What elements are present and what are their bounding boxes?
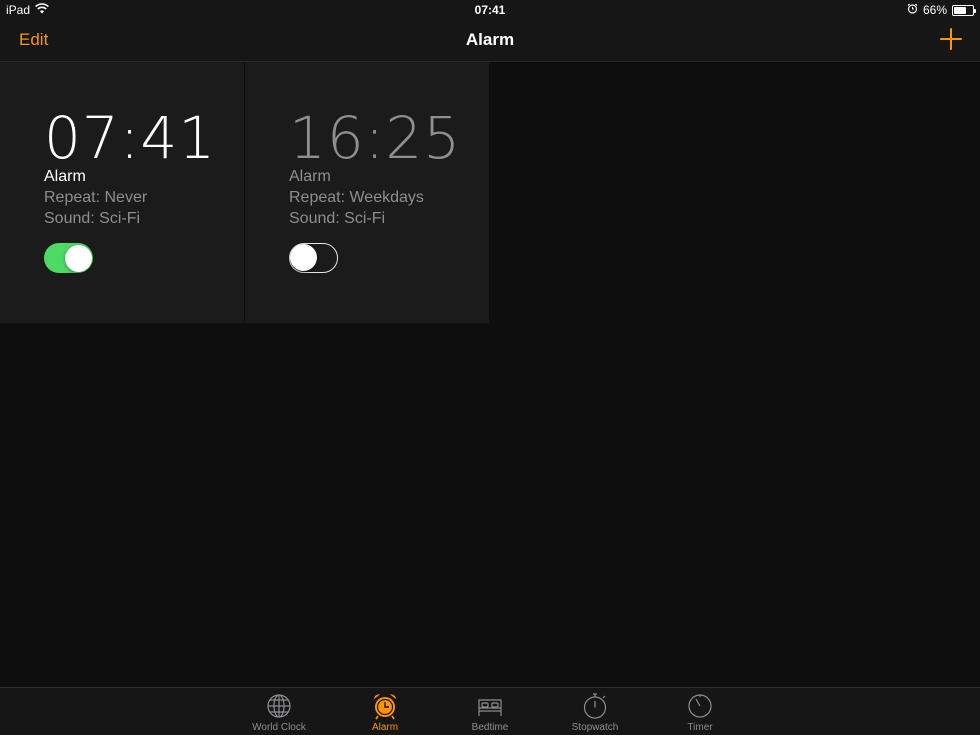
tab-label: Alarm: [371, 722, 399, 733]
alarm-repeat: Repeat: Never: [44, 189, 148, 206]
bed-icon: [478, 699, 502, 716]
plus-icon: [940, 28, 962, 50]
alarm-list: 07:41 Alarm Repeat: Never Sound: Sci-Fi …: [0, 62, 490, 323]
toggle-knob: [290, 244, 317, 271]
alarm-time: 07:41: [44, 104, 217, 172]
alarm-label: Alarm: [289, 168, 331, 185]
battery-fill: [954, 6, 966, 14]
alarm-clock-icon: [907, 3, 918, 17]
stopwatch-icon: [583, 693, 607, 719]
tab-stopwatch[interactable]: Stopwatch: [555, 692, 635, 734]
alarm-time: 16:25: [289, 104, 462, 172]
toggle-knob: [64, 244, 92, 272]
alarm-label: Alarm: [44, 168, 86, 185]
battery-percent: 66%: [922, 3, 947, 17]
alarm-toggle[interactable]: [289, 243, 338, 273]
alarm-sound: Sound: Sci-Fi: [44, 210, 141, 227]
status-time: 07:41: [474, 3, 506, 17]
add-alarm-button[interactable]: [938, 26, 964, 52]
tab-world-clock[interactable]: World Clock: [239, 692, 319, 734]
status-right: 66%: [907, 3, 976, 17]
tab-bar: World Clock Alarm Bedtime Stopwatch Time…: [0, 687, 980, 735]
alarm-toggle[interactable]: [44, 243, 93, 273]
tab-timer[interactable]: Timer: [660, 692, 740, 734]
tab-label: Bedtime: [471, 722, 509, 733]
battery-icon: [952, 4, 976, 16]
alarm-sound: Sound: Sci-Fi: [289, 210, 386, 227]
navigation-bar: Edit Alarm: [0, 20, 980, 62]
tab-label: Timer: [687, 722, 713, 733]
alarm-card[interactable]: 07:41 Alarm Repeat: Never Sound: Sci-Fi: [0, 62, 245, 323]
page-title: Alarm: [465, 30, 515, 49]
timer-icon: [688, 694, 712, 718]
tab-label: World Clock: [252, 722, 306, 733]
alarm-clock-icon: [374, 694, 396, 720]
globe-icon: [267, 694, 291, 718]
tab-label: Stopwatch: [571, 722, 619, 733]
alarm-card[interactable]: 16:25 Alarm Repeat: Weekdays Sound: Sci-…: [245, 62, 490, 323]
alarm-repeat: Repeat: Weekdays: [289, 189, 424, 206]
edit-button[interactable]: Edit: [19, 30, 48, 50]
status-bar: iPad 07:41 66%: [0, 0, 980, 20]
tab-bedtime[interactable]: Bedtime: [450, 692, 530, 734]
tab-alarm[interactable]: Alarm: [345, 692, 425, 734]
